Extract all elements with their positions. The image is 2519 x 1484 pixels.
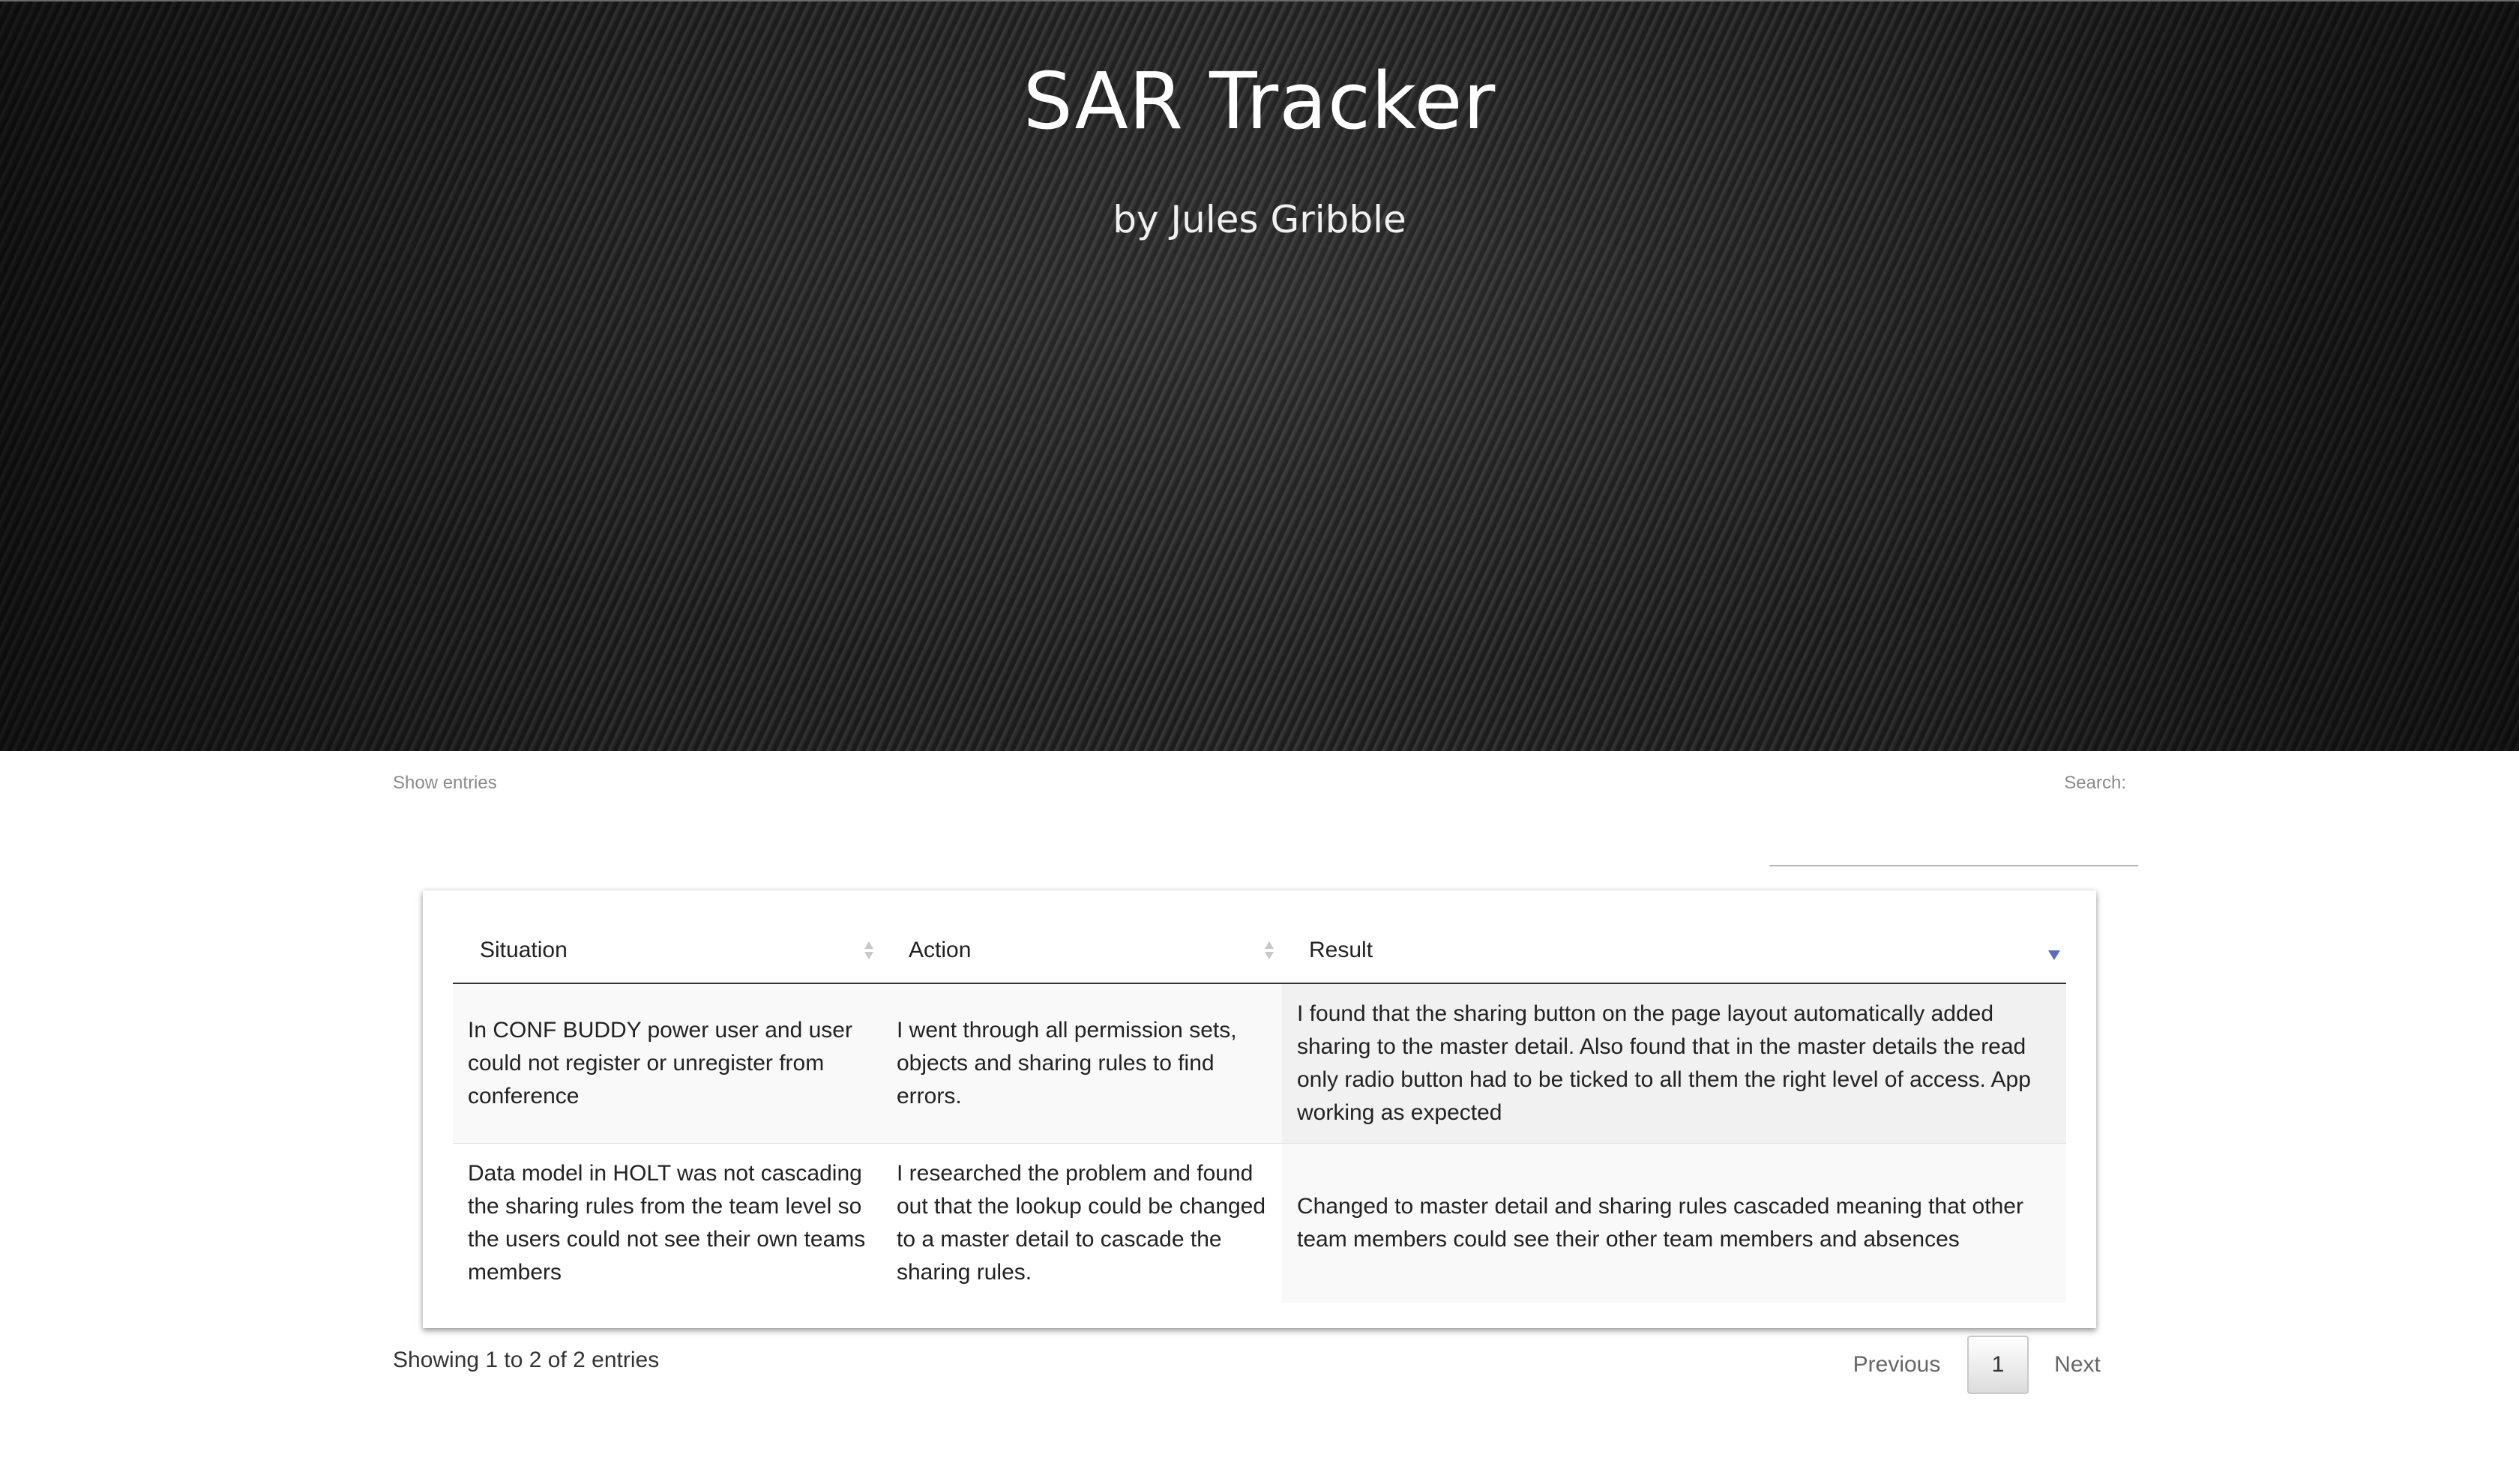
sar-table: Situation Action Result In CONF BUDDY po… — [453, 917, 2066, 1303]
column-header-situation[interactable]: Situation — [453, 917, 882, 984]
column-header-label: Action — [909, 937, 972, 962]
show-entries-label: Show entries — [393, 773, 497, 793]
table-card: Situation Action Result In CONF BUDDY po… — [423, 890, 2096, 1328]
sort-both-icon — [864, 940, 874, 962]
sort-descending-icon — [2048, 940, 2060, 962]
table-row: In CONF BUDDY power user and user could … — [453, 983, 2066, 1144]
table-info: Showing 1 to 2 of 2 entries — [393, 1348, 660, 1372]
search-input[interactable] — [1769, 833, 2138, 866]
search-label: Search: — [2064, 773, 2126, 793]
hero-banner: SAR Tracker by Jules Gribble — [0, 0, 2519, 751]
cell-situation: Data model in HOLT was not cascading the… — [453, 1143, 882, 1303]
cell-action: I went through all permission sets, obje… — [882, 983, 1282, 1144]
cell-result: Changed to master detail and sharing rul… — [1282, 1143, 2066, 1303]
next-page-button[interactable]: Next — [2032, 1336, 2123, 1394]
cell-situation: In CONF BUDDY power user and user could … — [453, 983, 882, 1144]
previous-page-button[interactable]: Previous — [1829, 1336, 1964, 1394]
table-header-row: Situation Action Result — [453, 917, 2066, 984]
column-header-label: Result — [1309, 937, 1373, 962]
column-header-label: Situation — [480, 937, 568, 962]
page-subtitle: by Jules Gribble — [1113, 198, 1406, 241]
page-1-button[interactable]: 1 — [1967, 1336, 2029, 1394]
column-header-action[interactable]: Action — [882, 917, 1282, 984]
table-row: Data model in HOLT was not cascading the… — [453, 1143, 2066, 1303]
sort-both-icon — [1264, 940, 1274, 962]
page-title: SAR Tracker — [1023, 55, 1496, 147]
cell-action: I researched the problem and found out t… — [882, 1143, 1282, 1303]
cell-result: I found that the sharing button on the p… — [1282, 983, 2066, 1144]
column-header-result[interactable]: Result — [1282, 917, 2066, 984]
